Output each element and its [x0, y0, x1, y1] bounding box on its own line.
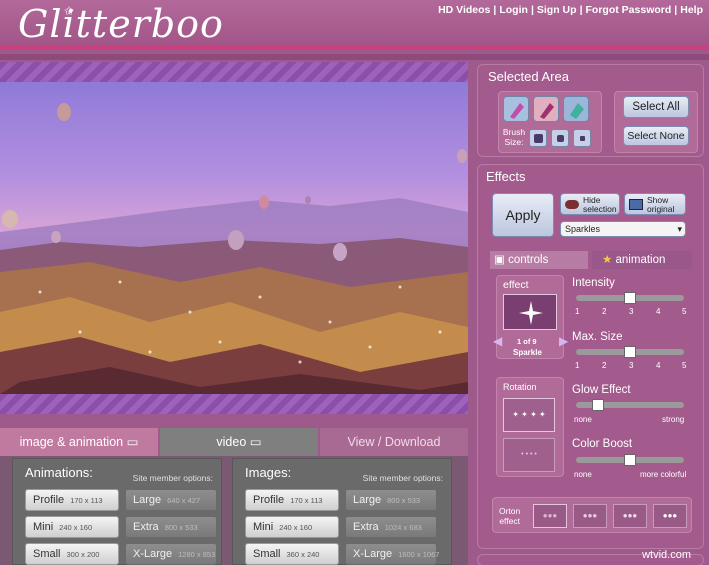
signup-link[interactable]: Sign Up — [537, 4, 577, 16]
orton-effect-label: Orton effect — [499, 506, 521, 526]
effects-panel: Effects Apply Hide selection Show original… — [477, 164, 704, 549]
next-effect-icon[interactable]: ▶ — [559, 334, 568, 348]
anim-profile-button[interactable]: Profile 170 x 113 — [25, 489, 119, 511]
effect-label: effect — [503, 279, 529, 291]
header: Glitterboo ✩ HD Videos | Login | Sign Up | For… — [0, 0, 709, 50]
brush-size-large[interactable] — [529, 129, 547, 147]
right-sidebar: Selected Area Brush Size: Select All Sele… — [472, 62, 709, 565]
select-all-button[interactable]: Select All — [623, 96, 689, 118]
orton-option-4[interactable]: ●●● — [653, 504, 687, 528]
images-title: Images: — [245, 465, 292, 480]
img-extra-button[interactable]: Extra 1024 x 683 — [345, 516, 437, 538]
images-box: Images: Site member options: Profile 170 … — [232, 458, 452, 565]
orton-option-1[interactable]: ●●● — [533, 504, 567, 528]
forgot-password-link[interactable]: Forgot Password — [586, 4, 672, 16]
mode-tabs: image & animation ▭ video ▭ View / Downl… — [0, 428, 468, 456]
anim-small-button[interactable]: Small 300 x 200 — [25, 543, 119, 565]
controls-icon: ▣ — [494, 254, 505, 266]
img-xlarge-button[interactable]: X-Large 1600 x 1067 — [345, 543, 439, 565]
img-profile-button[interactable]: Profile 170 x 113 — [245, 489, 339, 511]
brush-select-icon[interactable] — [503, 96, 529, 122]
orton-option-3[interactable]: ●●● — [613, 504, 647, 528]
img-mini-button[interactable]: Mini 240 x 160 — [245, 516, 339, 538]
effects-title: Effects — [486, 169, 526, 184]
anim-xlarge-button[interactable]: X-Large 1280 x 853 — [125, 543, 217, 565]
image-frame-top — [0, 62, 468, 82]
eraser-icon[interactable] — [563, 96, 589, 122]
apply-button[interactable]: Apply — [492, 193, 554, 237]
effect-preview-box: effect ◀ 1 of 9 ▶ Sparkle — [493, 275, 568, 359]
show-original-button[interactable]: Show original — [624, 193, 686, 215]
effect-name: Sparkle — [513, 348, 542, 357]
rotation-option-1[interactable]: ✦ ✦ ✦ ✦ — [503, 398, 555, 432]
effect-counter: 1 of 9 — [517, 337, 537, 346]
star-icon: ✩ — [64, 4, 75, 18]
images-member-note: Site member options: — [362, 473, 443, 483]
chevron-down-icon: ▾ — [677, 224, 682, 234]
canvas-image[interactable] — [0, 82, 468, 394]
sparkle-preview — [503, 294, 557, 330]
intensity-slider-handle[interactable] — [624, 292, 636, 304]
hide-selection-icon — [565, 200, 579, 209]
hide-selection-button[interactable]: Hide selection — [560, 193, 620, 215]
select-none-button[interactable]: Select None — [623, 126, 689, 146]
star-icon: ★ — [602, 254, 613, 266]
max-size-slider-handle[interactable] — [624, 346, 636, 358]
color-boost-slider-handle[interactable] — [624, 454, 636, 466]
brush-tools: Brush Size: — [498, 91, 602, 153]
image-icon: ▭ — [126, 435, 139, 449]
brush-size-label: Brush Size: — [502, 127, 526, 147]
rotation-label: Rotation — [503, 382, 537, 392]
orton-option-2[interactable]: ●●● — [573, 504, 607, 528]
tab-view-download[interactable]: View / Download — [320, 428, 468, 456]
orton-effect-box: Orton effect ●●● ●●● ●●● ●●● — [492, 497, 692, 533]
tab-controls[interactable]: ▣ controls — [490, 251, 588, 269]
glow-effect-label: Glow Effect — [572, 384, 631, 396]
intensity-label: Intensity — [572, 277, 615, 289]
anim-mini-button[interactable]: Mini 240 x 160 — [25, 516, 119, 538]
login-link[interactable]: Login — [499, 4, 528, 16]
anim-large-button[interactable]: Large 640 x 427 — [125, 489, 217, 511]
selected-area-title: Selected Area — [488, 69, 569, 84]
animations-title: Animations: — [25, 465, 93, 480]
brush-size-medium[interactable] — [551, 129, 569, 147]
selected-area-panel: Selected Area Brush Size: Select All Sele… — [477, 64, 704, 157]
previous-effect-icon[interactable]: ◀ — [493, 334, 502, 348]
anim-extra-button[interactable]: Extra 800 x 533 — [125, 516, 217, 538]
color-boost-label: Color Boost — [572, 438, 633, 450]
header-divider — [0, 54, 709, 60]
animations-member-note: Site member options: — [132, 473, 213, 483]
video-camera-icon: ▭ — [249, 435, 262, 449]
tab-image-animation[interactable]: image & animation ▭ — [0, 428, 158, 456]
logo[interactable]: Glitterboo — [18, 2, 224, 46]
watermark: wtvid.com — [642, 549, 691, 561]
rotation-box: Rotation ✦ ✦ ✦ ✦ • • • • — [496, 377, 564, 477]
img-small-button[interactable]: Small 360 x 240 — [245, 543, 339, 565]
rotation-option-2[interactable]: • • • • — [503, 438, 555, 472]
glow-effect-slider-handle[interactable] — [591, 399, 604, 411]
help-link[interactable]: Help — [680, 4, 703, 16]
max-size-label: Max. Size — [572, 331, 623, 343]
tab-animation[interactable]: ★ animation — [592, 251, 692, 269]
img-large-button[interactable]: Large 800 x 533 — [345, 489, 437, 511]
picture-icon — [629, 199, 643, 210]
hd-videos-link[interactable]: HD Videos — [438, 4, 490, 16]
image-frame-bottom — [0, 394, 468, 414]
animations-box: Animations: Site member options: Profile… — [12, 458, 222, 565]
brush-paint-icon[interactable] — [533, 96, 559, 122]
effect-dropdown[interactable]: Sparkles ▾ — [560, 221, 686, 237]
tab-video[interactable]: video ▭ — [160, 428, 318, 456]
selection-buttons: Select All Select None — [614, 91, 698, 153]
top-links: HD Videos | Login | Sign Up | Forgot Password |… — [438, 4, 703, 16]
brush-size-small[interactable] — [573, 129, 591, 147]
